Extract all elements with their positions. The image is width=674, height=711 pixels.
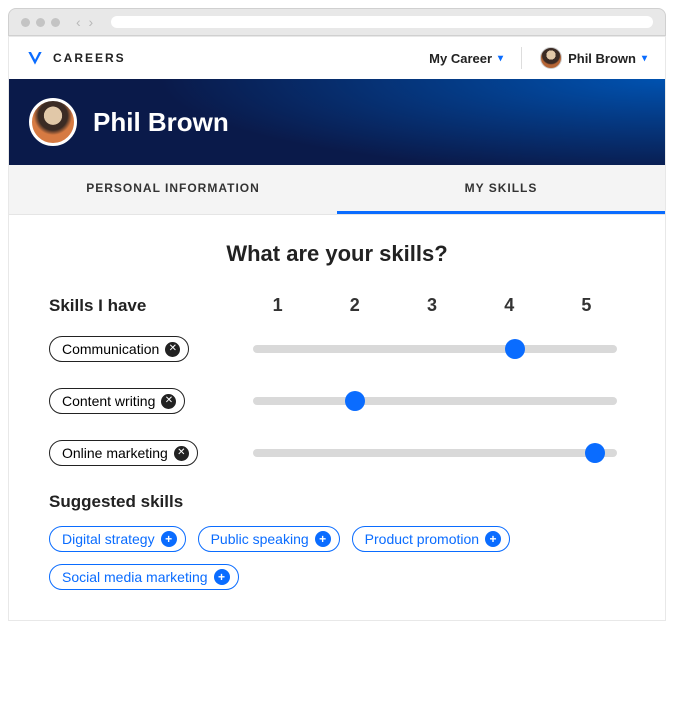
skill-chip-label: Communication — [62, 341, 159, 357]
slider-thumb[interactable] — [345, 391, 365, 411]
nav-user-name: Phil Brown — [568, 51, 636, 66]
window-minimize-icon — [36, 18, 45, 27]
skill-row: Communication ✕ — [49, 336, 625, 362]
chevron-down-icon: ▾ — [498, 53, 503, 64]
skill-row: Online marketing ✕ — [49, 440, 625, 466]
suggested-skill-label: Digital strategy — [62, 531, 155, 547]
skill-rating-slider[interactable] — [245, 345, 625, 353]
remove-icon[interactable]: ✕ — [165, 342, 180, 357]
browser-chrome: ‹ › — [8, 8, 666, 36]
tabs: PERSONAL INFORMATION MY SKILLS — [9, 165, 665, 215]
skill-rating-slider[interactable] — [245, 449, 625, 457]
skill-chip-label: Content writing — [62, 393, 155, 409]
brand-label: CAREERS — [53, 51, 126, 65]
skills-i-have-label: Skills I have — [49, 296, 239, 316]
window-close-icon — [21, 18, 30, 27]
scale-tick: 5 — [548, 295, 625, 316]
chevron-down-icon: ▾ — [642, 53, 647, 64]
topnav: My Career ▾ Phil Brown ▾ — [429, 47, 647, 69]
add-icon[interactable]: + — [315, 531, 331, 547]
skill-rating-slider[interactable] — [245, 397, 625, 405]
slider-thumb[interactable] — [505, 339, 525, 359]
rating-scale: 1 2 3 4 5 — [239, 295, 625, 316]
suggested-skill-chip[interactable]: Social media marketing + — [49, 564, 239, 590]
nav-arrows-icon: ‹ › — [76, 14, 95, 30]
nav-user-menu[interactable]: Phil Brown ▾ — [540, 47, 647, 69]
skill-chip[interactable]: Content writing ✕ — [49, 388, 185, 414]
skill-chip[interactable]: Online marketing ✕ — [49, 440, 198, 466]
tab-my-skills[interactable]: MY SKILLS — [337, 165, 665, 214]
suggested-skills-list: Digital strategy+Public speaking+Product… — [49, 526, 625, 590]
add-icon[interactable]: + — [161, 531, 177, 547]
window-maximize-icon — [51, 18, 60, 27]
skill-chip[interactable]: Communication ✕ — [49, 336, 189, 362]
profile-hero: Phil Brown — [9, 79, 665, 165]
topbar: CAREERS My Career ▾ Phil Brown ▾ — [9, 37, 665, 79]
brand-logo-icon — [27, 50, 43, 66]
scale-tick: 4 — [471, 295, 548, 316]
suggested-skill-label: Product promotion — [365, 531, 479, 547]
suggested-skill-label: Social media marketing — [62, 569, 208, 585]
skill-row: Content writing ✕ — [49, 388, 625, 414]
profile-avatar[interactable] — [29, 98, 77, 146]
user-avatar-icon — [540, 47, 562, 69]
add-icon[interactable]: + — [214, 569, 230, 585]
suggested-skill-chip[interactable]: Digital strategy + — [49, 526, 186, 552]
content: What are your skills? Skills I have 1 2 … — [9, 215, 665, 620]
suggested-skill-label: Public speaking — [211, 531, 309, 547]
skill-chip-label: Online marketing — [62, 445, 168, 461]
page-headline: What are your skills? — [49, 241, 625, 267]
app-frame: CAREERS My Career ▾ Phil Brown ▾ Phil Br… — [8, 36, 666, 621]
remove-icon[interactable]: ✕ — [174, 446, 189, 461]
slider-thumb[interactable] — [585, 443, 605, 463]
remove-icon[interactable]: ✕ — [161, 394, 176, 409]
scale-tick: 3 — [393, 295, 470, 316]
slider-track — [253, 345, 617, 353]
slider-track — [253, 449, 617, 457]
brand[interactable]: CAREERS — [27, 50, 126, 66]
topbar-divider — [521, 47, 522, 69]
slider-track — [253, 397, 617, 405]
profile-name: Phil Brown — [93, 107, 229, 138]
add-icon[interactable]: + — [485, 531, 501, 547]
nav-my-career-label: My Career — [429, 51, 492, 66]
skills-header-row: Skills I have 1 2 3 4 5 — [49, 295, 625, 316]
nav-my-career[interactable]: My Career ▾ — [429, 51, 503, 66]
browser-url-bar[interactable] — [111, 16, 653, 28]
scale-tick: 2 — [316, 295, 393, 316]
scale-tick: 1 — [239, 295, 316, 316]
suggested-skill-chip[interactable]: Public speaking + — [198, 526, 340, 552]
suggested-skill-chip[interactable]: Product promotion + — [352, 526, 510, 552]
suggested-skills-label: Suggested skills — [49, 492, 625, 512]
tab-personal-information[interactable]: PERSONAL INFORMATION — [9, 165, 337, 214]
